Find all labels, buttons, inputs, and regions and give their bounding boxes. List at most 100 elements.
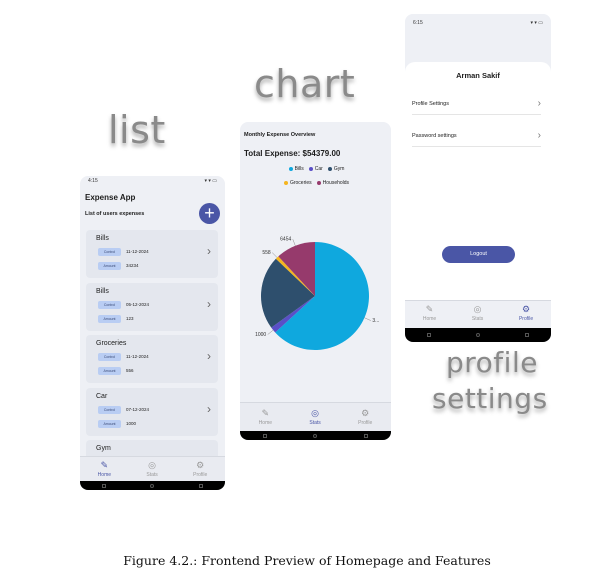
legend-label: Groceries — [289, 180, 312, 186]
chevron-right-icon[interactable]: › — [207, 297, 211, 311]
nav-stats-label: Stats — [471, 316, 484, 322]
expense-card[interactable]: Car Control 07-12-2024 Amount 1000 › — [86, 387, 218, 436]
profile-screen: 6:15 ▾ ▾ ▭ Arman Sakif Profile Settings … — [405, 14, 551, 342]
nav-stats[interactable]: ◎ Stats — [309, 408, 320, 432]
nav-profile[interactable]: ⚙ Profile — [519, 304, 533, 324]
bottom-nav: ✎ Home ◎ Stats ⚙ Profile — [80, 456, 225, 481]
chevron-right-icon: › — [537, 130, 541, 141]
edit-icon: ✎ — [261, 408, 270, 418]
edit-icon: ✎ — [100, 460, 109, 470]
legend-label: Bills — [294, 166, 304, 172]
nav-stats[interactable]: ◎ Stats — [472, 304, 483, 324]
nav-profile[interactable]: ⚙ Profile — [193, 460, 207, 481]
legend-item: Bills — [288, 166, 304, 172]
nav-stats-label: Stats — [309, 420, 321, 426]
list-screen: 4:15 ▾ ▾ ▭ Expense App List of users exp… — [80, 176, 225, 490]
legend-item: Households — [316, 180, 350, 186]
pie-label-leader — [267, 329, 274, 335]
expense-category: Bills — [96, 287, 109, 295]
control-chip: Control — [98, 300, 121, 309]
stats-icon: ◎ — [473, 304, 482, 314]
amount-chip: Amount — [98, 419, 121, 428]
expense-category: Car — [96, 392, 108, 400]
expense-amount: 556 — [126, 368, 134, 373]
expense-category: Gym — [96, 445, 111, 452]
gear-icon: ⚙ — [196, 460, 205, 470]
chart-legend: Bills Car Gym Groceries Households — [254, 166, 379, 194]
expense-card[interactable]: Bills Control 11-12-2024 Amount 34234 › — [86, 230, 218, 278]
chart-label: chart — [254, 62, 356, 106]
pie-label-leader — [292, 239, 296, 246]
control-chip: Control — [98, 248, 121, 256]
expense-amount: 123 — [126, 315, 134, 321]
chevron-right-icon[interactable]: › — [207, 349, 211, 363]
nav-profile[interactable]: ⚙ Profile — [358, 408, 372, 432]
legend-swatch — [308, 167, 313, 171]
legend-label: Households — [322, 180, 350, 186]
expense-date: 05-12-2024 — [126, 301, 150, 307]
add-expense-button[interactable]: + — [199, 203, 220, 224]
expense-card[interactable]: Groceries Control 11-12-2024 Amount 556 … — [86, 335, 218, 383]
system-nav-bar — [405, 328, 551, 342]
user-name: Arman Sakif — [456, 71, 500, 80]
list-subtitle: List of users expenses — [85, 211, 145, 217]
pie-data-label: 1000 — [255, 332, 266, 338]
status-time: 4:15 — [88, 178, 98, 184]
amount-chip: Amount — [98, 367, 121, 375]
legend-label: Gym — [333, 166, 345, 172]
expense-amount: 34234 — [126, 263, 139, 268]
expense-card[interactable]: Gym — [86, 440, 218, 456]
nav-stats[interactable]: ◎ Stats — [146, 460, 157, 481]
gear-icon: ⚙ — [522, 304, 531, 314]
nav-profile-label: Profile — [518, 316, 534, 322]
nav-stats-label: Stats — [146, 472, 158, 478]
nav-home[interactable]: ✎ Home — [259, 408, 272, 432]
status-time: 6:15 — [413, 20, 423, 26]
status-icons: ▾ ▾ ▭ — [530, 20, 543, 26]
pie-data-label: 6454 — [280, 237, 291, 243]
pie-label-leader — [272, 252, 278, 258]
password-settings-row[interactable]: Password settings › — [412, 125, 541, 147]
nav-home-label: Home — [97, 472, 112, 478]
chart-title: Monthly Expense Overview — [244, 132, 316, 138]
amount-chip: Amount — [98, 262, 121, 270]
password-settings-label: Password settings — [412, 132, 457, 139]
app-title: Expense App — [85, 193, 136, 202]
chevron-right-icon[interactable]: › — [207, 244, 211, 258]
status-bar: 6:15 ▾ ▾ ▭ — [413, 20, 543, 26]
legend-swatch — [283, 181, 288, 185]
expense-category: Bills — [96, 235, 109, 242]
legend-swatch — [316, 181, 321, 185]
amount-chip: Amount — [98, 314, 121, 323]
expense-amount: 1000 — [126, 420, 137, 426]
pie-chart: 3... 1000 558 6454 — [255, 237, 379, 350]
nav-home[interactable]: ✎ Home — [98, 460, 111, 481]
control-chip: Control — [98, 353, 121, 361]
status-icons: ▾ ▾ ▭ — [204, 178, 217, 184]
bottom-nav: ✎ Home ◎ Stats ⚙ Profile — [240, 402, 391, 432]
control-chip: Control — [98, 405, 121, 414]
edit-icon: ✎ — [425, 304, 434, 314]
nav-home[interactable]: ✎ Home — [423, 304, 436, 324]
logout-button[interactable]: Logout — [442, 246, 515, 263]
gear-icon: ⚙ — [361, 408, 370, 418]
legend-item: Groceries — [283, 180, 312, 186]
legend-swatch — [327, 167, 332, 171]
pie-label-leader — [364, 317, 371, 321]
system-nav-bar — [240, 431, 391, 440]
expense-date: 07-12-2024 — [126, 406, 150, 412]
profile-settings-row[interactable]: Profile Settings › — [412, 93, 541, 115]
pie-data-label: 558 — [262, 250, 271, 256]
chevron-right-icon: › — [537, 98, 541, 109]
list-label: list — [108, 108, 166, 152]
expense-card[interactable]: Bills Control 05-12-2024 Amount 123 › — [86, 282, 218, 331]
expense-category: Groceries — [96, 340, 127, 347]
bottom-nav: ✎ Home ◎ Stats ⚙ Profile — [405, 300, 551, 324]
system-nav-bar — [80, 481, 225, 490]
legend-item: Car — [308, 166, 323, 172]
status-bar: 4:15 ▾ ▾ ▭ — [88, 178, 217, 184]
profile-settings-label: Profile Settings — [412, 100, 449, 107]
chevron-right-icon[interactable]: › — [207, 402, 211, 416]
figure-caption: Figure 4.2.: Frontend Preview of Homepag… — [123, 553, 491, 568]
nav-profile-label: Profile — [193, 472, 208, 478]
